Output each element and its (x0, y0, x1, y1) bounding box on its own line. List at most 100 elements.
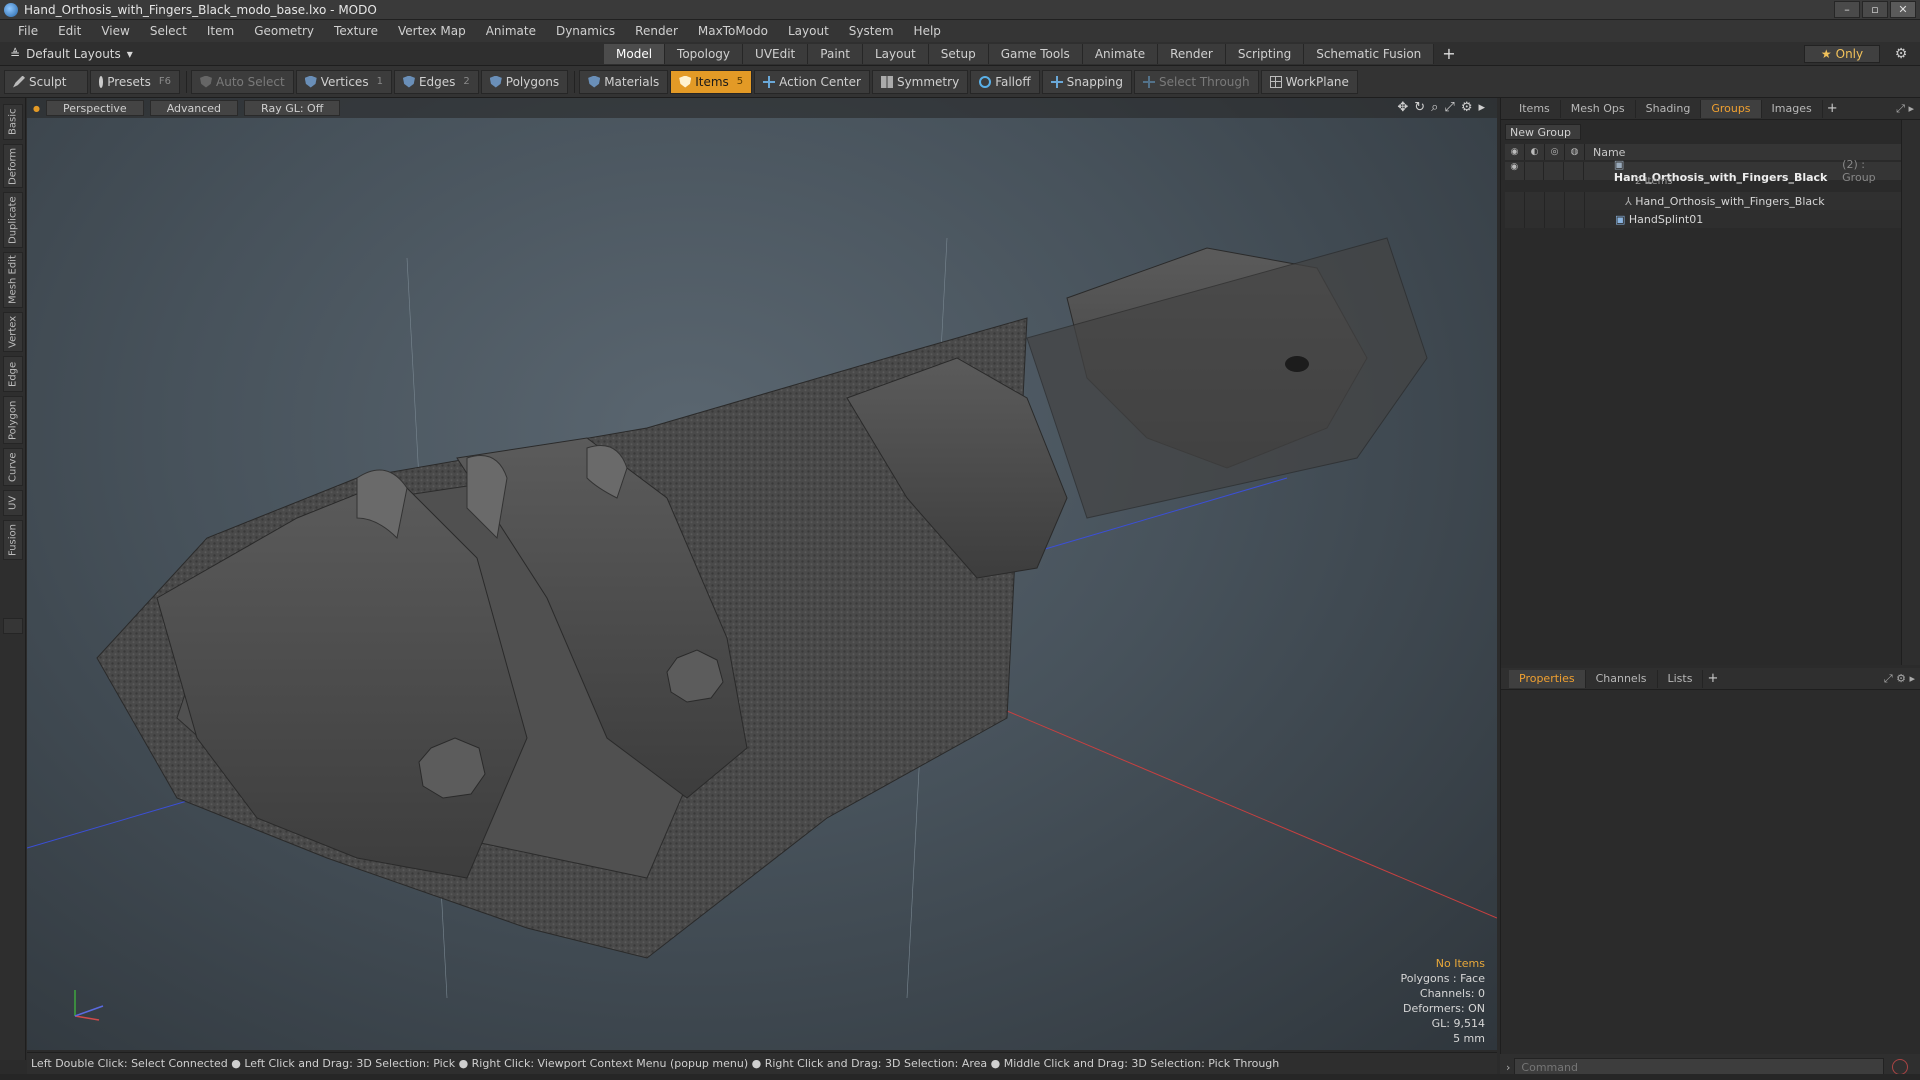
only-button[interactable]: ★ Only (1804, 45, 1880, 63)
tab-schematic-fusion[interactable]: Schematic Fusion (1304, 43, 1435, 64)
panel-expand-icon[interactable]: ⤢ ▸ (1896, 102, 1914, 116)
render-icon[interactable]: ◐ (1525, 144, 1545, 160)
viewport-expand-icon[interactable]: ▸ (1478, 100, 1485, 115)
3d-viewport[interactable]: ● Perspective Advanced Ray GL: Off ✥ ↻ ⌕… (27, 98, 1497, 1050)
menu-render[interactable]: Render (625, 24, 688, 38)
layout-menu-icon: ≜ (10, 46, 21, 61)
tab-scripting[interactable]: Scripting (1225, 43, 1305, 64)
menu-system[interactable]: System (839, 24, 904, 38)
group-child-row[interactable]: ▣ HandSplint01 (1505, 210, 1901, 228)
left-tool-strip: Basic Deform Duplicate Mesh Edit Vertex … (0, 98, 26, 1060)
tab-animate[interactable]: Animate (1082, 43, 1159, 64)
items-button[interactable]: Items 5 (670, 69, 753, 94)
tab-shading[interactable]: Shading (1636, 99, 1702, 118)
shading-mode-button[interactable]: Advanced (149, 100, 239, 116)
tab-lists[interactable]: Lists (1658, 669, 1704, 688)
fit-icon[interactable]: ⤢ (1444, 100, 1454, 115)
tab-mesh-ops[interactable]: Mesh Ops (1561, 99, 1636, 118)
tab-channels[interactable]: Channels (1586, 669, 1658, 688)
tab-game-tools[interactable]: Game Tools (988, 43, 1083, 64)
default-layouts-dropdown[interactable]: ≜ Default Layouts ▾ (0, 47, 600, 61)
visibility-toggle[interactable]: ◉ (1505, 162, 1525, 180)
vtab-curve[interactable]: Curve (3, 448, 23, 486)
command-clear-icon[interactable] (1892, 1059, 1909, 1075)
menu-texture[interactable]: Texture (324, 24, 388, 38)
tab-model[interactable]: Model (604, 43, 666, 64)
select-icon[interactable]: ◍ (1565, 144, 1585, 160)
menu-vertex-map[interactable]: Vertex Map (388, 24, 476, 38)
panel-scrollbar[interactable] (1901, 120, 1920, 665)
falloff-button[interactable]: Falloff (970, 69, 1040, 94)
vtab-deform[interactable]: Deform (3, 144, 23, 188)
new-group-button[interactable]: New Group (1505, 124, 1581, 140)
snapping-button[interactable]: Snapping (1041, 69, 1132, 94)
menu-view[interactable]: View (91, 24, 139, 38)
tab-paint[interactable]: Paint (808, 43, 863, 64)
zoom-icon[interactable]: ⌕ (1431, 100, 1438, 115)
gear-icon[interactable]: ⚙ (1892, 45, 1910, 63)
tab-uvedit[interactable]: UVEdit (743, 43, 809, 64)
vtab-duplicate[interactable]: Duplicate (3, 192, 23, 248)
render-toggle[interactable] (1525, 162, 1545, 180)
vtab-polygon[interactable]: Polygon (3, 396, 23, 444)
strip-toggle[interactable] (3, 618, 23, 634)
vtab-uv[interactable]: UV (3, 490, 23, 516)
rotate-icon[interactable]: ↻ (1414, 100, 1425, 115)
viewport-gear-icon[interactable]: ⚙ (1461, 100, 1473, 115)
select-toggle[interactable] (1564, 162, 1584, 180)
tab-setup[interactable]: Setup (928, 43, 989, 64)
pan-icon[interactable]: ✥ (1397, 100, 1408, 115)
materials-button[interactable]: Materials (579, 69, 669, 94)
lock-toggle[interactable] (1544, 162, 1565, 180)
group-child-row[interactable]: ⅄ Hand_Orthosis_with_Fingers_Black (1505, 192, 1901, 210)
edges-button[interactable]: Edges 2 (393, 69, 479, 94)
tab-topology[interactable]: Topology (665, 43, 744, 64)
menu-maxtomodo[interactable]: MaxToModo (688, 24, 778, 38)
workplane-button[interactable]: WorkPlane (1260, 69, 1358, 94)
close-button[interactable]: ✕ (1890, 1, 1916, 18)
select-through-button[interactable]: Select Through (1134, 69, 1259, 94)
view-mode-button[interactable]: Perspective (45, 100, 144, 116)
menu-dynamics[interactable]: Dynamics (546, 24, 625, 38)
presets-button[interactable]: Presets F6 (90, 69, 180, 94)
tab-images[interactable]: Images (1762, 99, 1823, 118)
command-arrow-icon[interactable]: › (1506, 1061, 1510, 1074)
tab-items[interactable]: Items (1509, 99, 1561, 118)
add-tab-icon[interactable]: + (1442, 44, 1455, 63)
viewport-menu-icon[interactable]: ● (33, 104, 40, 113)
menu-help[interactable]: Help (904, 24, 951, 38)
add-panel-tab-icon[interactable]: + (1827, 101, 1838, 116)
tab-layout[interactable]: Layout (862, 43, 929, 64)
vtab-edge[interactable]: Edge (3, 356, 23, 392)
menu-item[interactable]: Item (197, 24, 244, 38)
hand-orthosis-model[interactable] (27, 98, 1497, 1050)
menu-edit[interactable]: Edit (48, 24, 91, 38)
vertices-button[interactable]: Vertices 1 (295, 69, 392, 94)
add-properties-tab-icon[interactable]: + (1707, 671, 1718, 686)
symmetry-button[interactable]: Symmetry (871, 69, 969, 94)
group-row-root[interactable]: ◉ ▣ Hand_Orthosis_with_Fingers_Black (2)… (1505, 158, 1901, 184)
vtab-mesh-edit[interactable]: Mesh Edit (3, 252, 23, 308)
vtab-vertex[interactable]: Vertex (3, 312, 23, 352)
lock-icon[interactable]: ◎ (1545, 144, 1565, 160)
vtab-basic[interactable]: Basic (3, 104, 23, 140)
tab-properties[interactable]: Properties (1509, 669, 1586, 688)
auto-select-button[interactable]: Auto Select (191, 69, 294, 94)
menu-file[interactable]: File (8, 24, 48, 38)
raygl-button[interactable]: Ray GL: Off (244, 100, 341, 116)
eye-icon[interactable]: ◉ (1505, 144, 1525, 160)
spacer (1545, 192, 1565, 210)
menu-geometry[interactable]: Geometry (244, 24, 324, 38)
menu-select[interactable]: Select (140, 24, 197, 38)
menu-animate[interactable]: Animate (476, 24, 546, 38)
sculpt-button[interactable]: Sculpt (4, 69, 88, 94)
tab-groups[interactable]: Groups (1701, 99, 1762, 118)
vtab-fusion[interactable]: Fusion (3, 520, 23, 560)
polygons-button[interactable]: Polygons (480, 69, 569, 94)
maximize-button[interactable]: ▫ (1862, 1, 1888, 18)
minimize-button[interactable]: – (1834, 1, 1860, 18)
properties-expand-icon[interactable]: ⤢ ⚙ ▸ (1884, 672, 1915, 686)
menu-layout[interactable]: Layout (778, 24, 839, 38)
tab-render[interactable]: Render (1158, 43, 1226, 64)
action-center-button[interactable]: Action Center (754, 69, 870, 94)
